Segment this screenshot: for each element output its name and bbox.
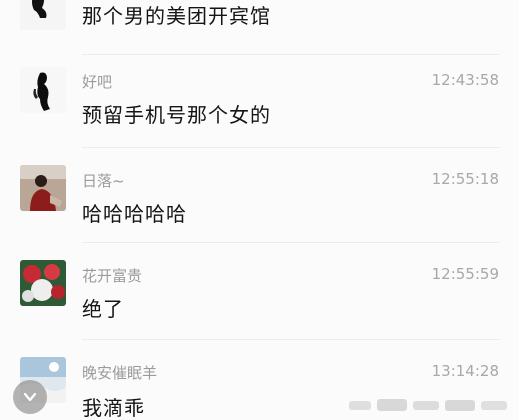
avatar[interactable] [20, 165, 66, 211]
sender-name: 日落~ [82, 172, 125, 190]
chat-message: 那个男的美团开宾馆 [0, 0, 519, 46]
message-time: 13:14:28 [431, 362, 499, 380]
avatar[interactable] [20, 0, 66, 30]
avatar[interactable] [20, 260, 66, 306]
message-text: 预留手机号那个女的 [82, 103, 271, 127]
collapse-button[interactable] [13, 380, 47, 414]
avatar[interactable] [20, 67, 66, 113]
message-time: 12:43:58 [431, 71, 499, 89]
chat-message: 日落~ 12:55:18 哈哈哈哈哈 [0, 148, 519, 242]
message-time: 12:55:59 [431, 265, 499, 283]
message-text: 哈哈哈哈哈 [82, 202, 187, 226]
chat-screen: 那个男的美团开宾馆 好吧 12:43:58 预留手机号那个女的 日落~ 12:5… [0, 0, 519, 420]
message-text: 那个男的美团开宾馆 [82, 4, 271, 28]
chevron-down-icon [23, 392, 37, 402]
sender-name: 晚安催眠羊 [82, 364, 158, 382]
message-text: 绝了 [82, 297, 124, 321]
message-time: 12:55:18 [431, 170, 499, 188]
chat-message: 好吧 12:43:58 预留手机号那个女的 [0, 55, 519, 147]
message-text: 我滴乖 [82, 396, 145, 420]
watermark-graphic [349, 399, 507, 411]
sender-name: 花开富贵 [82, 267, 143, 285]
sender-name: 好吧 [82, 73, 113, 91]
chat-message: 花开富贵 12:55:59 绝了 [0, 243, 519, 339]
